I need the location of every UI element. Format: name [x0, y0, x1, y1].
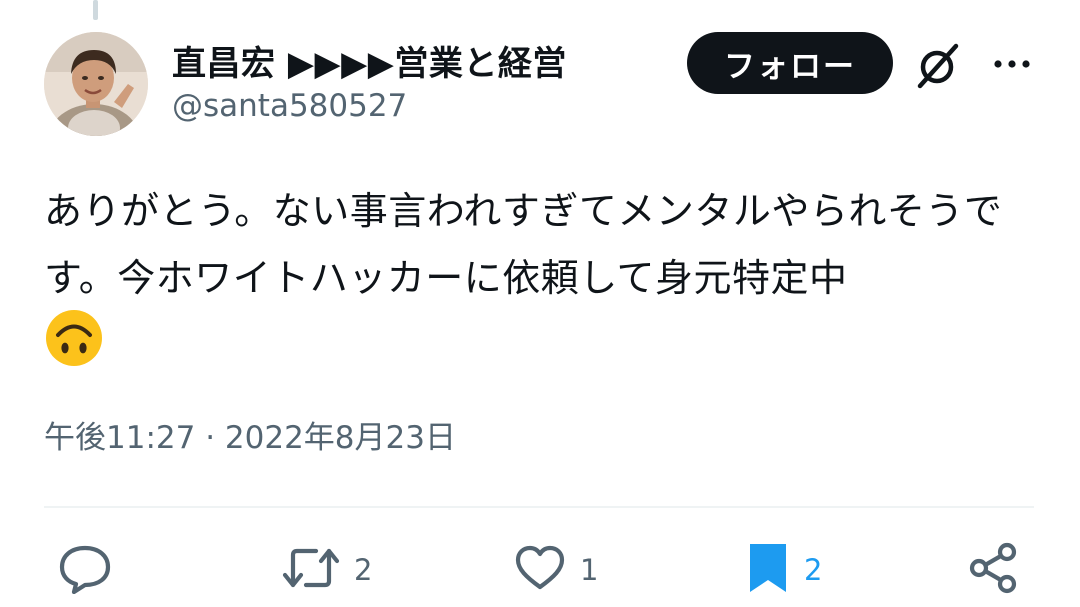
- retweet-count: 2: [354, 553, 373, 587]
- author-handle[interactable]: @santa580527: [172, 88, 407, 124]
- like-count: 1: [580, 553, 599, 587]
- grok-icon[interactable]: [912, 40, 964, 92]
- share-icon: [966, 542, 1022, 598]
- more-options-icon[interactable]: [990, 52, 1034, 76]
- bookmark-icon: [746, 542, 790, 598]
- follow-button[interactable]: フォロー: [687, 32, 893, 94]
- retweet-icon: [282, 545, 340, 595]
- upside-down-face-emoji-icon: [44, 308, 104, 368]
- tweet-text: ありがとう。ない事言われすぎてメンタルやられそうです。今ホワイトハッカーに依頼し…: [44, 189, 1003, 300]
- like-button[interactable]: 1: [514, 540, 598, 600]
- reply-button[interactable]: [58, 540, 112, 600]
- bookmark-count: 2: [804, 553, 823, 587]
- retweet-button[interactable]: 2: [282, 540, 372, 600]
- thread-connector-line: [93, 0, 98, 20]
- divider: [44, 506, 1034, 508]
- avatar[interactable]: [44, 32, 148, 136]
- bookmark-button[interactable]: 2: [746, 540, 822, 600]
- tweet-timestamp[interactable]: 午後11:27 · 2022年8月23日: [44, 412, 456, 457]
- author-display-name[interactable]: 直昌宏 ▶▶▶▶営業と経営: [172, 36, 567, 85]
- reply-icon: [58, 542, 112, 598]
- share-button[interactable]: [966, 540, 1022, 600]
- heart-icon: [514, 545, 566, 595]
